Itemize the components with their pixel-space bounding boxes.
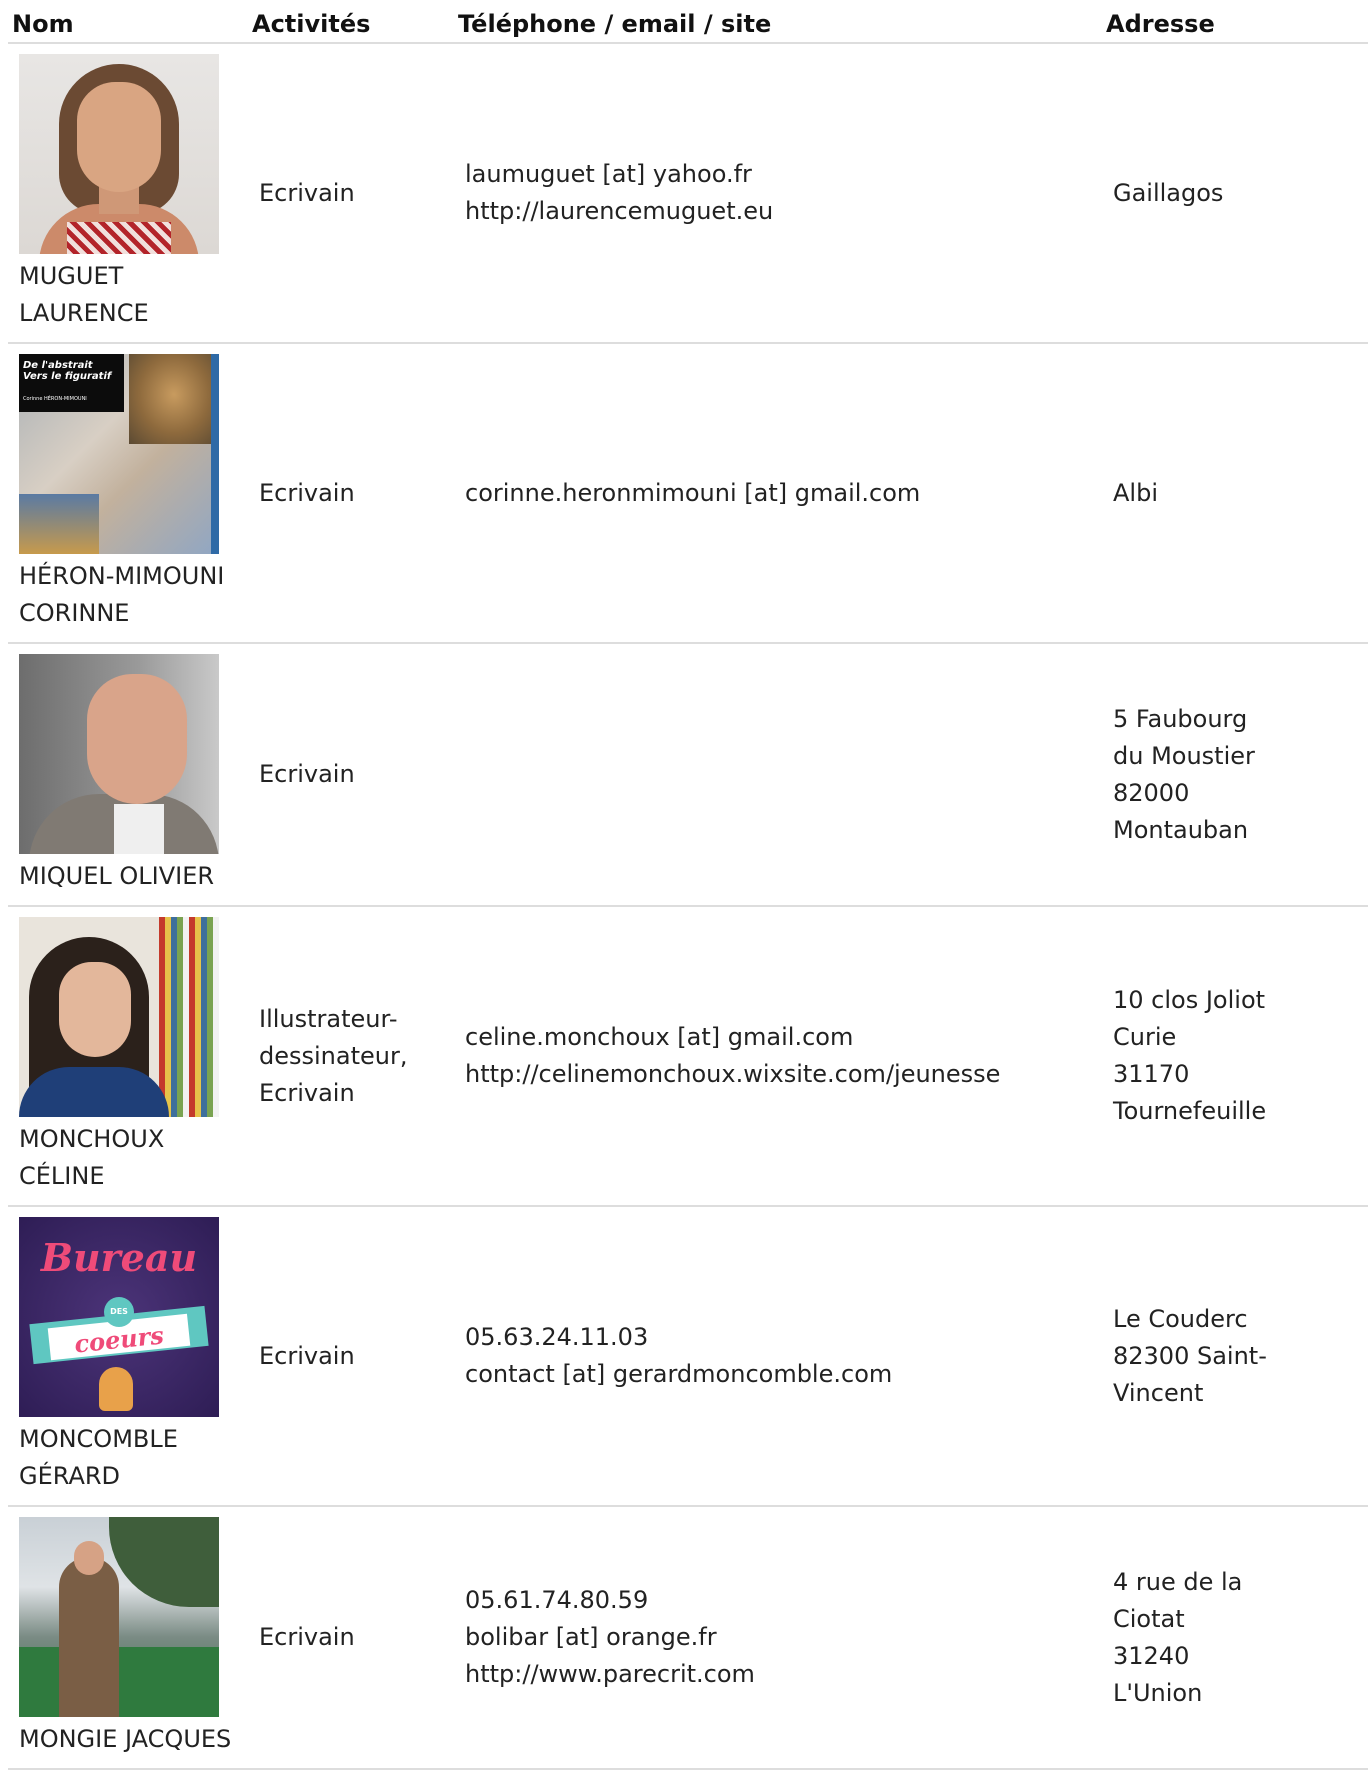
activity-text: Ecrivain (259, 178, 355, 207)
address-line: Albi (1113, 478, 1158, 507)
address-line: Vincent (1113, 1378, 1204, 1407)
activity-text: Ecrivain (259, 1341, 355, 1370)
activity-cell: Ecrivain (248, 643, 454, 907)
person-name-line: LAURENCE (19, 299, 149, 327)
person-photo[interactable] (19, 654, 219, 854)
address-cell: Albi (1102, 343, 1368, 644)
contact-cell: celine.monchoux [at] gmail.com http://ce… (454, 906, 1102, 1207)
person-name-line: MONGIE JACQUES (19, 1725, 232, 1753)
address-line: Tournefeuille (1113, 1097, 1267, 1125)
activity-cell: Ecrivain (248, 1206, 454, 1507)
address-cell: 5 Faubourg du Moustier 82000 Montauban (1102, 643, 1368, 907)
address-cell: Gaillagos (1102, 43, 1368, 344)
person-photo[interactable] (19, 1517, 219, 1717)
address-line: 82000 (1113, 778, 1190, 807)
name-cell: MONGIE JACQUES (8, 1506, 248, 1770)
name-cell: MIQUEL OLIVIER (8, 643, 248, 907)
person-name-line: HÉRON-MIMOUNI (19, 562, 225, 590)
name-cell: MUGUET LAURENCE (8, 43, 248, 344)
activity-cell: Illustrateur- dessinateur, Ecrivain (248, 906, 454, 1207)
address-line: Montauban (1113, 815, 1249, 844)
address-line: Ciotat (1113, 1604, 1185, 1633)
activity-cell: Ecrivain (248, 1506, 454, 1770)
address-line: Curie (1113, 1023, 1177, 1051)
activity-text: Ecrivain (259, 1078, 355, 1107)
activity-text: Ecrivain (259, 478, 355, 507)
contact-cell (454, 643, 1102, 907)
book-cover-image[interactable]: Bureau DES coeurs (19, 1217, 219, 1417)
address-line: 82300 Saint- (1113, 1341, 1267, 1370)
email-text: bolibar [at] orange.fr (465, 1623, 717, 1651)
person-photo[interactable] (19, 917, 219, 1117)
person-name-line: MONCOMBLE (19, 1425, 178, 1453)
contact-cell: corinne.heronmimouni [at] gmail.com (454, 343, 1102, 644)
email-text: laumuguet [at] yahoo.fr (465, 160, 752, 188)
phone-text: 05.61.74.80.59 (465, 1586, 649, 1614)
address-cell: 4 rue de la Ciotat 31240 L'Union (1102, 1506, 1368, 1770)
table-row: MIQUEL OLIVIER Ecrivain 5 Faubourg du Mo… (8, 643, 1368, 907)
phone-text: 05.63.24.11.03 (465, 1323, 649, 1351)
activity-text: dessinateur, (259, 1041, 408, 1070)
cover-title: Bureau (40, 1235, 198, 1280)
email-text: corinne.heronmimouni [at] gmail.com (465, 478, 921, 507)
table-row: MUGUET LAURENCE Ecrivain laumuguet [at] … (8, 43, 1368, 344)
address-line: Gaillagos (1113, 178, 1224, 207)
activity-text: Ecrivain (259, 760, 355, 788)
table-header-row: Nom Activités Téléphone / email / site A… (8, 0, 1368, 44)
directory-table: Nom Activités Téléphone / email / site A… (8, 0, 1368, 1770)
activity-text: Illustrateur- (259, 1004, 398, 1033)
address-line: Le Couderc (1113, 1304, 1248, 1333)
contact-cell: laumuguet [at] yahoo.fr http://laurencem… (454, 43, 1102, 344)
table-row: Bureau DES coeurs MONCOMBLE GÉRARD Ecriv… (8, 1206, 1368, 1507)
website-link[interactable]: http://celinemonchoux.wixsite.com/jeunes… (465, 1056, 1092, 1093)
website-link[interactable]: http://laurencemuguet.eu (465, 193, 1092, 230)
header-activites: Activités (248, 0, 454, 44)
cover-title: De l'abstrait Vers le figuratif Corinne H… (19, 354, 124, 412)
person-photo[interactable] (19, 54, 219, 254)
header-nom: Nom (8, 0, 248, 44)
email-text: celine.monchoux [at] gmail.com (465, 1023, 854, 1051)
address-line: 5 Faubourg (1113, 704, 1248, 733)
person-name-line: CORINNE (19, 599, 130, 627)
address-cell: Le Couderc 82300 Saint- Vincent (1102, 1206, 1368, 1507)
address-line: L'Union (1113, 1678, 1203, 1707)
activity-text: Ecrivain (259, 1623, 355, 1651)
address-cell: 10 clos Joliot Curie 31170 Tournefeuille (1102, 906, 1368, 1207)
website-link[interactable]: http://www.parecrit.com (465, 1656, 1092, 1693)
person-name-line: GÉRARD (19, 1462, 121, 1490)
address-line: 31240 (1113, 1641, 1190, 1670)
contact-cell: 05.63.24.11.03 contact [at] gerardmoncom… (454, 1206, 1102, 1507)
header-adresse: Adresse (1102, 0, 1368, 44)
address-line: 4 rue de la (1113, 1567, 1243, 1596)
address-line: 31170 (1113, 1060, 1190, 1088)
email-text: contact [at] gerardmoncomble.com (465, 1360, 893, 1388)
header-contact: Téléphone / email / site (454, 0, 1102, 44)
activity-cell: Ecrivain (248, 343, 454, 644)
activity-cell: Ecrivain (248, 43, 454, 344)
address-line: 10 clos Joliot (1113, 986, 1266, 1014)
person-name-line: MIQUEL OLIVIER (19, 862, 215, 890)
contact-cell: 05.61.74.80.59 bolibar [at] orange.fr ht… (454, 1506, 1102, 1770)
person-name-line: MUGUET (19, 262, 124, 290)
table-row: MONCHOUX CÉLINE Illustrateur- dessinateu… (8, 906, 1368, 1207)
person-name-line: MONCHOUX CÉLINE (19, 1125, 165, 1190)
table-row: De l'abstrait Vers le figuratif Corinne H… (8, 343, 1368, 644)
name-cell: De l'abstrait Vers le figuratif Corinne H… (8, 343, 248, 644)
name-cell: MONCHOUX CÉLINE (8, 906, 248, 1207)
table-row: MONGIE JACQUES Ecrivain 05.61.74.80.59 b… (8, 1506, 1368, 1770)
name-cell: Bureau DES coeurs MONCOMBLE GÉRARD (8, 1206, 248, 1507)
address-line: du Moustier (1113, 741, 1255, 770)
book-cover-image[interactable]: De l'abstrait Vers le figuratif Corinne H… (19, 354, 219, 554)
